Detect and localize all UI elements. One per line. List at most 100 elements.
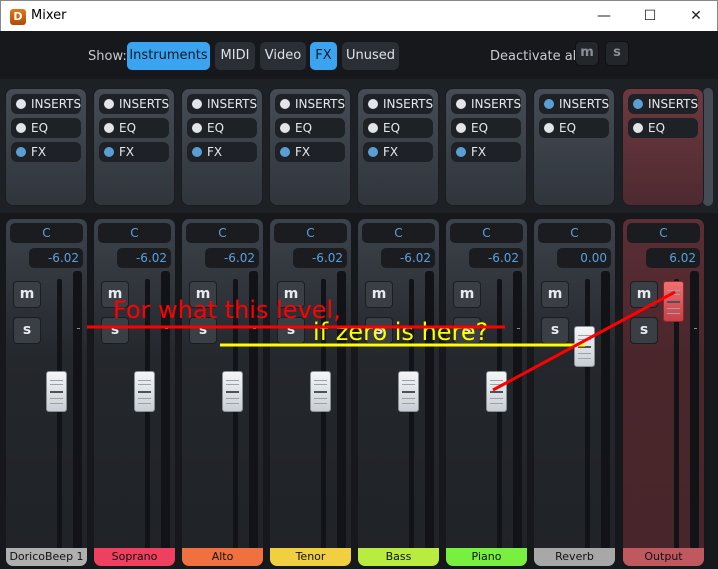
slot-fx[interactable]: FX	[11, 142, 81, 162]
level-value[interactable]: -6.02	[117, 248, 171, 268]
mixer-toolbar: Show: Instruments MIDI Video FX Unused D…	[0, 31, 718, 79]
status-dot-icon	[192, 123, 202, 133]
pan-control[interactable]: C	[186, 223, 259, 243]
pan-control[interactable]: C	[362, 223, 435, 243]
slot-label: FX	[119, 145, 135, 159]
level-meter	[601, 271, 610, 549]
channel-name-label[interactable]: Alto	[182, 548, 263, 566]
mute-button[interactable]: m	[630, 281, 658, 308]
channel-name-label[interactable]: Piano	[446, 548, 527, 566]
fader-track[interactable]	[497, 279, 502, 549]
level-value[interactable]: -6.02	[469, 248, 523, 268]
fader-thumb[interactable]	[134, 370, 155, 412]
fader-thumb[interactable]	[310, 370, 331, 412]
filter-video[interactable]: Video	[260, 42, 306, 70]
fader-track[interactable]	[57, 279, 62, 549]
level-value[interactable]: -6.02	[29, 248, 83, 268]
fader-thumb[interactable]	[398, 370, 419, 412]
channel-name-label[interactable]: Output	[623, 548, 704, 566]
fader-track[interactable]	[585, 279, 590, 549]
slot-inserts[interactable]: INSERTS	[275, 94, 345, 114]
mute-button[interactable]: m	[453, 281, 481, 308]
slot-inserts[interactable]: INSERTS	[99, 94, 169, 114]
filter-instruments[interactable]: Instruments	[127, 42, 210, 70]
mute-button[interactable]: m	[13, 281, 41, 308]
slot-inserts[interactable]: INSERTS	[451, 94, 521, 114]
slot-label: EQ	[383, 121, 401, 135]
fader-track[interactable]	[145, 279, 150, 549]
filter-midi[interactable]: MIDI	[215, 42, 255, 70]
zero-db-tick	[165, 328, 168, 329]
slot-inserts[interactable]: INSERTS	[539, 94, 609, 114]
channel-name-label[interactable]: Reverb	[534, 548, 615, 566]
pan-control[interactable]: C	[627, 223, 700, 243]
slot-fx[interactable]: FX	[363, 142, 433, 162]
slot-eq[interactable]: EQ	[628, 118, 698, 138]
fader-thumb[interactable]	[663, 281, 684, 323]
rack-scrollbar[interactable]	[703, 88, 713, 206]
fader-thumb[interactable]	[222, 370, 243, 412]
channel-name-label[interactable]: DoricoBeep 1	[6, 548, 87, 566]
solo-button[interactable]: s	[277, 317, 305, 344]
title-bar: D Mixer — ☐ ✕	[0, 0, 718, 31]
deactivate-solo-all-button[interactable]: s	[605, 41, 629, 66]
slot-eq[interactable]: EQ	[99, 118, 169, 138]
status-dot-icon	[104, 99, 114, 109]
fader-track[interactable]	[321, 279, 326, 549]
pan-control[interactable]: C	[10, 223, 83, 243]
slot-inserts[interactable]: INSERTS	[628, 94, 698, 114]
solo-button[interactable]: s	[101, 317, 129, 344]
level-value[interactable]: -6.02	[205, 248, 259, 268]
fader-track[interactable]	[409, 279, 414, 549]
slot-fx[interactable]: FX	[187, 142, 257, 162]
slot-eq[interactable]: EQ	[539, 118, 609, 138]
fader-thumb[interactable]	[486, 370, 507, 412]
close-button[interactable]: ✕	[673, 1, 718, 32]
level-value[interactable]: 6.02	[646, 248, 700, 268]
mute-button[interactable]: m	[189, 281, 217, 308]
minimize-button[interactable]: —	[581, 1, 627, 32]
channel-name-label[interactable]: Bass	[358, 548, 439, 566]
slot-fx[interactable]: FX	[99, 142, 169, 162]
solo-button[interactable]: s	[189, 317, 217, 344]
slot-eq[interactable]: EQ	[451, 118, 521, 138]
fader-thumb[interactable]	[574, 326, 595, 367]
solo-button[interactable]: s	[365, 317, 393, 344]
mute-button[interactable]: m	[365, 281, 393, 308]
solo-button[interactable]: s	[630, 317, 658, 344]
slot-inserts[interactable]: INSERTS	[187, 94, 257, 114]
slot-label: EQ	[648, 121, 666, 135]
slot-eq[interactable]: EQ	[275, 118, 345, 138]
level-value[interactable]: -6.02	[293, 248, 347, 268]
solo-button[interactable]: s	[13, 317, 41, 344]
mute-button[interactable]: m	[541, 281, 569, 308]
slot-label: INSERTS	[559, 97, 610, 111]
slot-eq[interactable]: EQ	[11, 118, 81, 138]
filter-fx[interactable]: FX	[310, 42, 337, 70]
solo-button[interactable]: s	[453, 317, 481, 344]
mute-button[interactable]: m	[101, 281, 129, 308]
inserts-panel: INSERTS EQ FX	[357, 88, 439, 206]
slot-fx[interactable]: FX	[451, 142, 521, 162]
fader-track[interactable]	[233, 279, 238, 549]
slot-eq[interactable]: EQ	[187, 118, 257, 138]
fader-thumb[interactable]	[46, 370, 67, 412]
pan-control[interactable]: C	[274, 223, 347, 243]
slot-inserts[interactable]: INSERTS	[363, 94, 433, 114]
pan-control[interactable]: C	[538, 223, 611, 243]
level-value[interactable]: -6.02	[381, 248, 435, 268]
filter-unused[interactable]: Unused	[342, 42, 399, 70]
slot-inserts[interactable]: INSERTS	[11, 94, 81, 114]
channel-name-label[interactable]: Tenor	[270, 548, 351, 566]
slot-eq[interactable]: EQ	[363, 118, 433, 138]
slot-fx[interactable]: FX	[275, 142, 345, 162]
mute-button[interactable]: m	[277, 281, 305, 308]
solo-button[interactable]: s	[541, 317, 569, 344]
channel-strip: C -6.02 m s Bass	[357, 218, 440, 567]
pan-control[interactable]: C	[450, 223, 523, 243]
level-value[interactable]: 0.00	[557, 248, 611, 268]
channel-name-label[interactable]: Soprano	[94, 548, 175, 566]
deactivate-mute-all-button[interactable]: m	[575, 41, 599, 66]
pan-control[interactable]: C	[98, 223, 171, 243]
maximize-button[interactable]: ☐	[627, 1, 673, 32]
